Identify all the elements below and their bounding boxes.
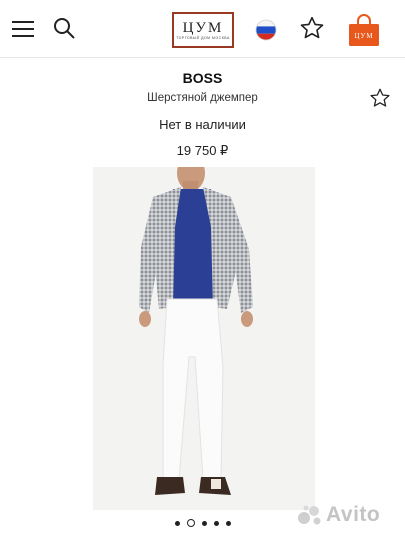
logo-text: ЦУМ [182, 19, 224, 36]
avito-logo-icon [298, 505, 321, 525]
tsum-logo[interactable]: ЦУМ ТОРГОВЫЙ ДОМ МОСКВА [172, 12, 234, 48]
russia-flag-icon[interactable] [254, 18, 278, 42]
top-navigation-bar: ЦУМ ТОРГОВЫЙ ДОМ МОСКВА ЦУМ [0, 0, 405, 58]
avito-watermark: Avito [297, 500, 380, 530]
bag-logo-text: ЦУМ [354, 32, 373, 40]
search-icon[interactable] [52, 16, 76, 40]
logo-subtext: ТОРГОВЫЙ ДОМ МОСКВА [176, 35, 230, 40]
star-outline-icon[interactable] [369, 87, 391, 109]
hamburger-menu-icon[interactable] [11, 17, 35, 41]
product-brand: BOSS [182, 70, 223, 86]
product-name: Шерстяной джемпер [147, 92, 258, 104]
gallery-dot[interactable] [213, 520, 219, 526]
model-illustration [93, 167, 315, 510]
availability-status: Нет в наличии [159, 117, 246, 132]
gallery-dot[interactable] [201, 520, 207, 526]
product-price: 19 750 ₽ [176, 143, 229, 158]
gallery-dot[interactable] [225, 520, 231, 526]
product-photo[interactable] [93, 167, 315, 510]
shopping-bag-icon[interactable]: ЦУМ [347, 13, 381, 47]
star-icon[interactable] [298, 14, 326, 42]
gallery-dot[interactable] [174, 520, 180, 526]
gallery-dot-active[interactable] [186, 519, 195, 527]
watermark-text: Avito [326, 503, 381, 526]
